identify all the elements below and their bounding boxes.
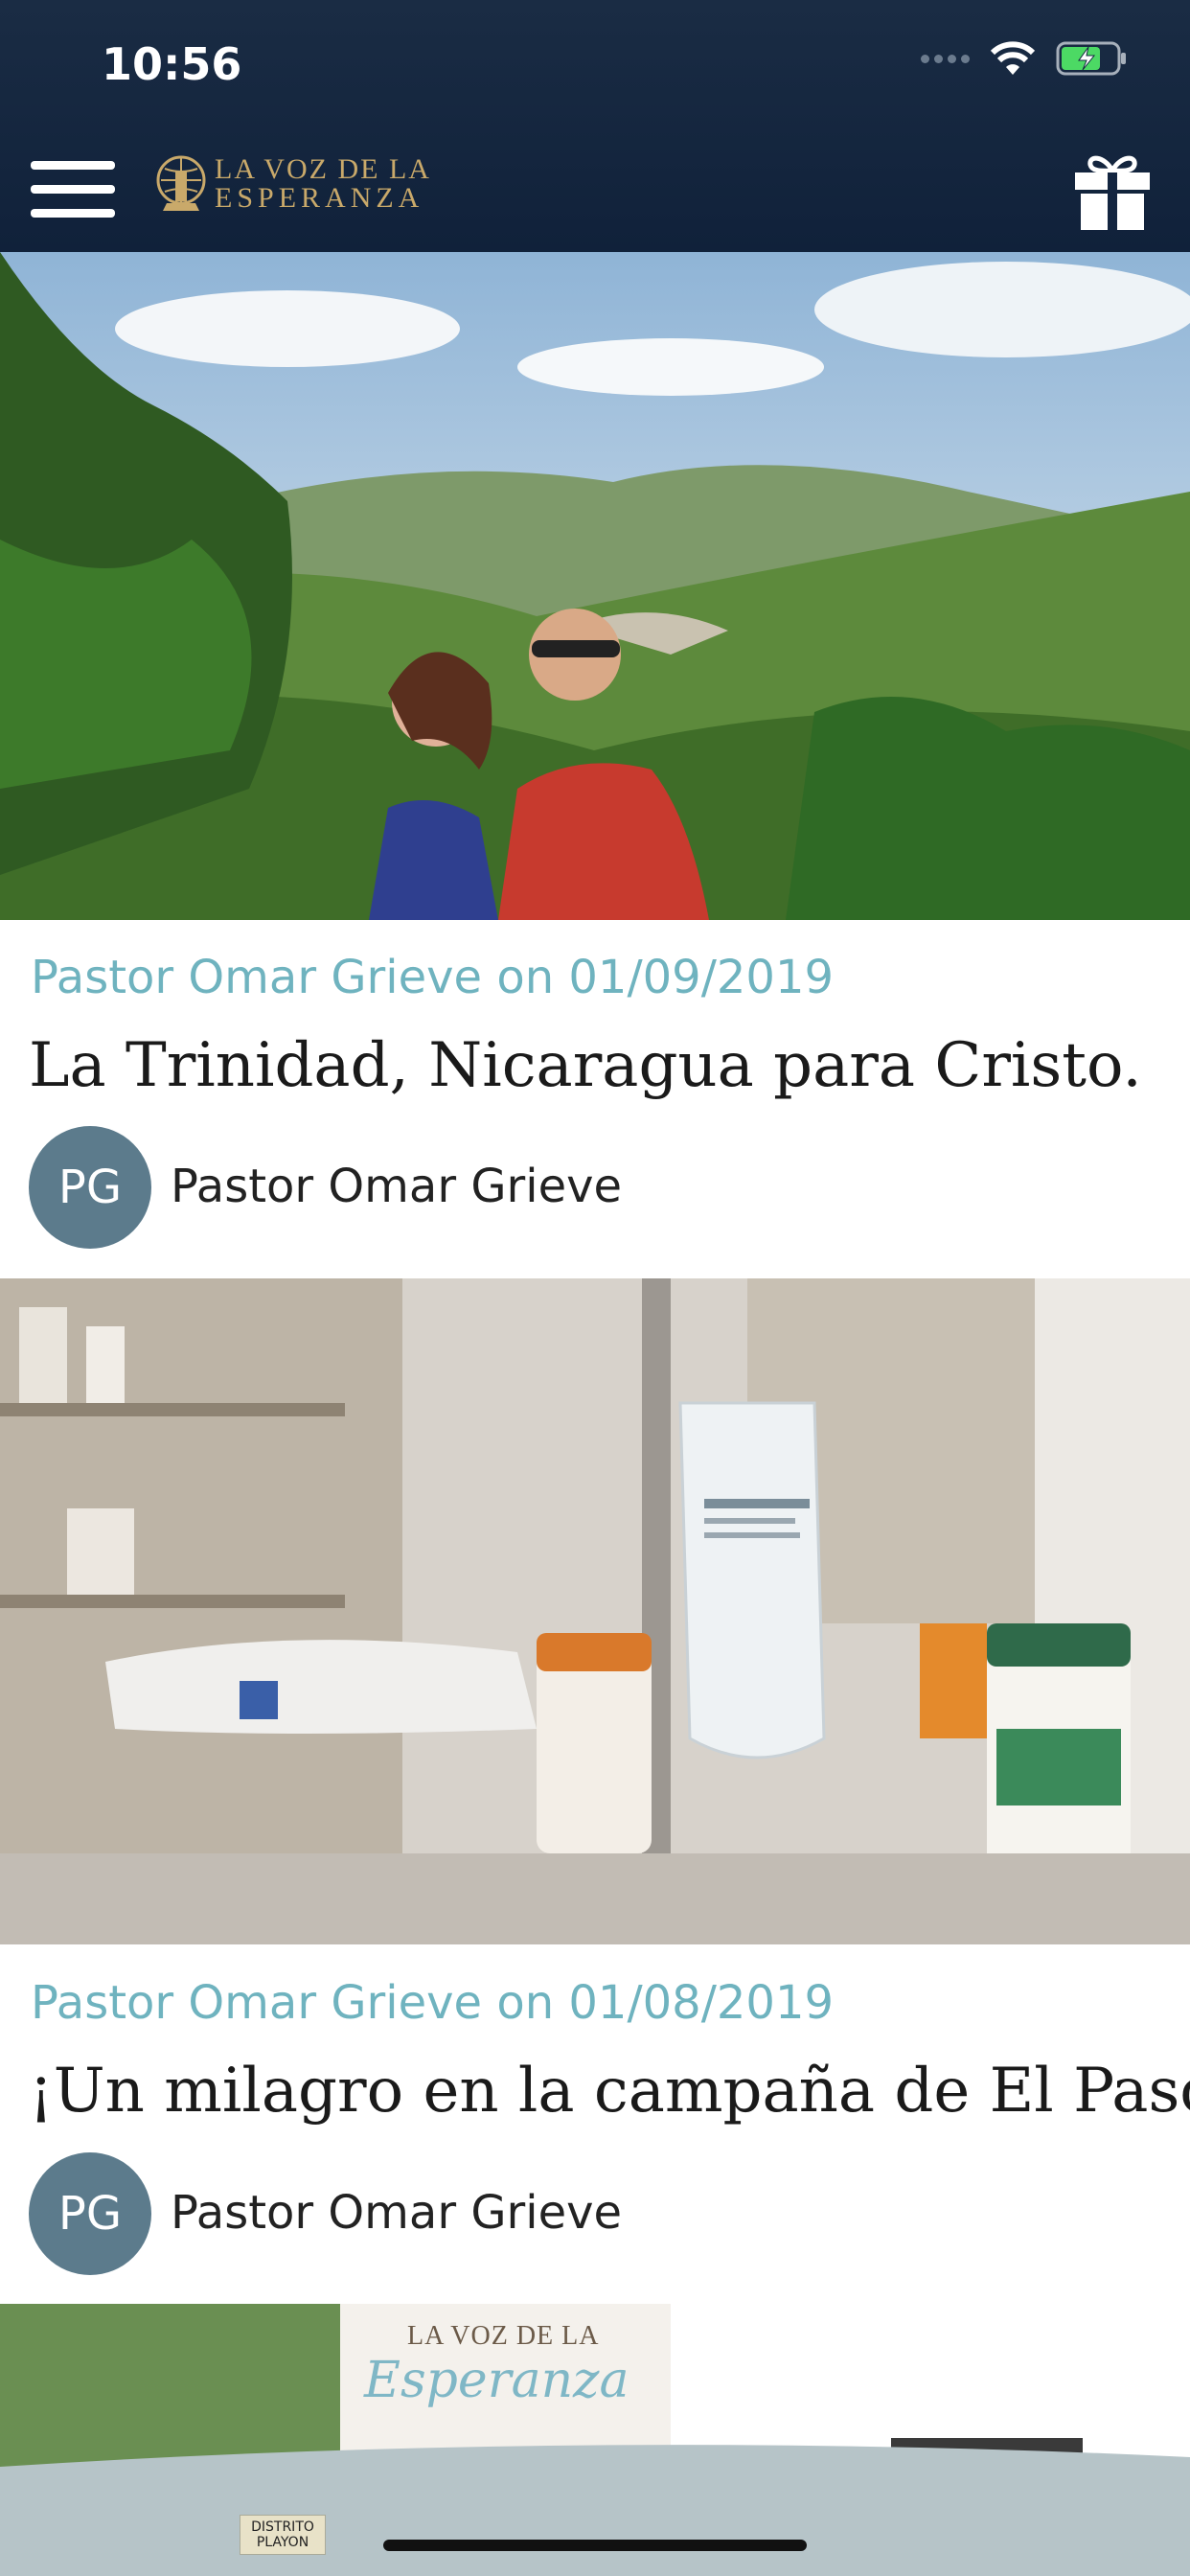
avatar[interactable]: PG [29,2152,151,2275]
menu-button[interactable] [31,161,115,218]
avatar[interactable]: PG [29,1126,151,1249]
author-name[interactable]: Pastor Omar Grieve [171,1160,622,1213]
globe-logo-icon [156,155,206,211]
banner-line2: Esperanza [364,2352,629,2409]
battery-icon [1056,41,1126,76]
post-meta: Pastor Omar Grieve on 01/09/2019 [31,951,835,1004]
post-meta: Pastor Omar Grieve on 01/08/2019 [31,1976,835,2030]
logo-line2: ESPERANZA [215,182,424,214]
logo-line1: LA VOZ DE LA [215,153,431,185]
post-title[interactable]: ¡Un milagro en la campaña de El Paso! [29,2056,1190,2127]
post-image-hospital[interactable] [0,1278,1190,1944]
gift-icon[interactable] [1071,150,1154,232]
cellular-signal-icon [921,54,970,63]
wifi-icon [990,41,1036,75]
banner-line1: LA VOZ DE LA [407,2321,600,2351]
app-logo[interactable]: LA VOZ DE LA ESPERANZA [153,153,431,215]
post-title[interactable]: La Trinidad, Nicaragua para Cristo. [29,1030,1142,1101]
home-indicator[interactable] [383,2540,807,2551]
crowd-sign: DISTRITO PLAYON [240,2515,326,2555]
post-image-crowd[interactable]: LA VOZ DE LA Esperanza DISTRITO PLAYON [0,2304,1190,2576]
app-header: 10:56 LA VOZ DE LA ESPERANZA [0,0,1190,252]
status-time: 10:56 [102,38,242,90]
author-name[interactable]: Pastor Omar Grieve [171,2186,622,2240]
post-image-mountain[interactable] [0,252,1190,920]
status-icons [921,40,1129,77]
